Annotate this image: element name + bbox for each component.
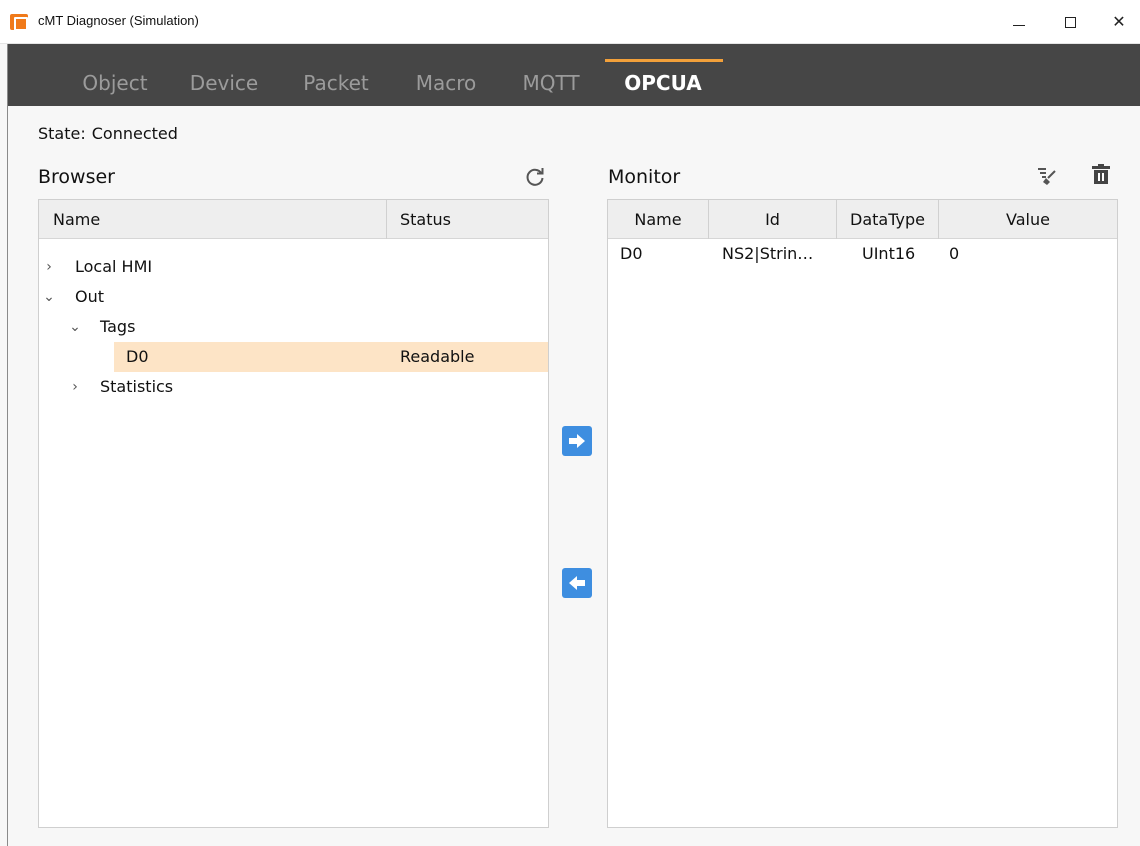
monitor-table-header: Name Id DataType Value (608, 200, 1117, 239)
arrow-right-icon (569, 434, 585, 448)
state-label: State: (38, 124, 86, 143)
chevron-right-icon[interactable]: › (41, 252, 57, 282)
monitor-cell-datatype: UInt16 (862, 244, 916, 263)
monitor-col-name[interactable]: Name (608, 200, 708, 239)
title-bar: cMT Diagnoser (Simulation) ✕ (0, 0, 1140, 44)
maximize-button[interactable] (1047, 0, 1093, 44)
tree-node-label: Out (75, 287, 105, 306)
minimize-icon (1013, 24, 1025, 26)
tab-object[interactable]: Object (76, 44, 154, 106)
monitor-col-value[interactable]: Value (939, 200, 1117, 239)
clear-broom-icon[interactable] (1034, 162, 1060, 188)
active-tab-indicator (605, 59, 723, 62)
chevron-down-icon[interactable]: ⌄ (67, 312, 83, 342)
close-icon: ✕ (1112, 12, 1126, 31)
tree-node-statistics[interactable]: › Statistics (39, 372, 548, 402)
connection-state: State: Connected (38, 124, 184, 143)
tree-node-label: Statistics (100, 377, 174, 396)
minimize-button[interactable] (996, 0, 1042, 44)
monitor-col-datatype[interactable]: DataType (837, 200, 938, 239)
close-button[interactable]: ✕ (1096, 0, 1140, 44)
monitor-cell-name: D0 (620, 244, 643, 263)
tree-node-label: D0 (126, 347, 149, 366)
chevron-down-icon[interactable]: ⌄ (41, 282, 57, 312)
window-title: cMT Diagnoser (Simulation) (38, 13, 199, 28)
tree-node-local-hmi[interactable]: › Local HMI (39, 252, 548, 282)
window-frame-left (7, 44, 8, 846)
app-icon (10, 14, 28, 31)
tab-bar: Object Device Packet Macro MQTT OPCUA (8, 44, 1140, 106)
monitor-cell-value: 0 (949, 244, 960, 263)
tree-node-status: Readable (400, 347, 475, 366)
chevron-right-icon[interactable]: › (67, 372, 83, 402)
refresh-icon[interactable] (523, 165, 547, 189)
remove-from-monitor-button[interactable] (562, 568, 592, 598)
tab-device[interactable]: Device (186, 44, 262, 106)
tree-node-out[interactable]: ⌄ Out (39, 282, 548, 312)
browser-col-name[interactable]: Name (53, 200, 100, 239)
maximize-icon (1064, 16, 1076, 28)
browser-title: Browser (38, 166, 115, 188)
arrow-left-icon (569, 576, 585, 590)
tree-node-tags[interactable]: ⌄ Tags (39, 312, 548, 342)
browser-col-status[interactable]: Status (400, 200, 451, 239)
monitor-panel[interactable]: Name Id DataType Value (607, 199, 1118, 828)
browser-table-header: Name Status (39, 200, 548, 239)
tab-opcua[interactable]: OPCUA (612, 44, 714, 106)
state-value: Connected (91, 124, 178, 143)
column-divider[interactable] (386, 200, 387, 239)
monitor-col-id[interactable]: Id (709, 200, 836, 239)
tree-node-label: Tags (100, 317, 136, 336)
tree-node-d0[interactable]: D0 Readable (114, 342, 548, 372)
monitor-title: Monitor (608, 166, 681, 188)
tab-packet[interactable]: Packet (297, 44, 375, 106)
add-to-monitor-button[interactable] (562, 426, 592, 456)
tab-mqtt[interactable]: MQTT (516, 44, 586, 106)
monitor-cell-id: NS2|Strin… (722, 244, 814, 263)
browser-panel[interactable]: Name Status › Local HMI ⌄ Out ⌄ Tags D0 … (38, 199, 549, 828)
trash-icon[interactable] (1088, 162, 1114, 188)
tree-node-label: Local HMI (75, 257, 153, 276)
tab-macro[interactable]: Macro (409, 44, 483, 106)
